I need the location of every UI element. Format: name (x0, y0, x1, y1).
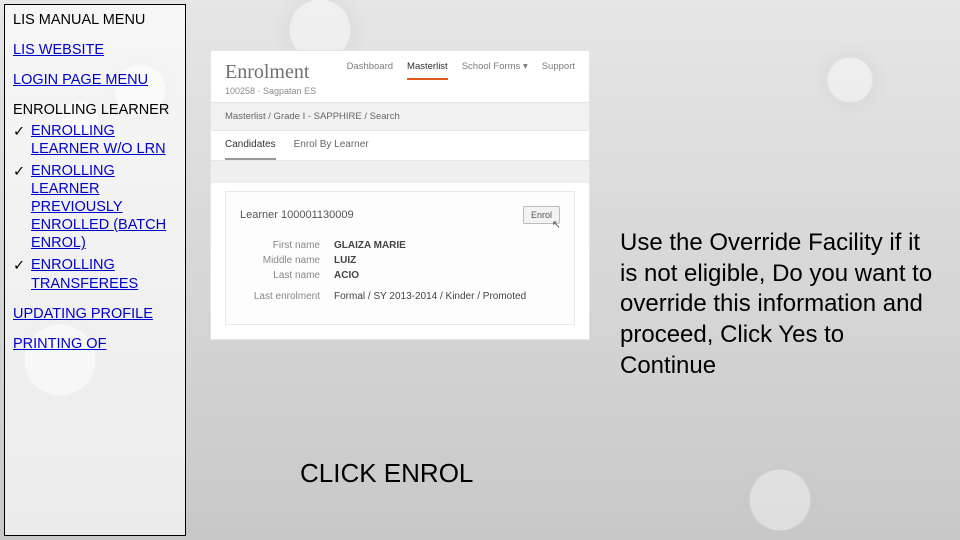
learner-label: Learner (240, 209, 278, 221)
tab-candidates[interactable]: Candidates (225, 139, 276, 160)
app-subtitle: 100258 · Sagpatan ES (225, 86, 316, 96)
field-value: GLAIZA MARIE (334, 240, 406, 251)
field-label: Middle name (240, 255, 320, 266)
learner-card: Learner 100001130009 Enrol ↖ First name G… (225, 191, 575, 325)
override-instruction: Use the Override Facility if it is not e… (620, 228, 940, 382)
subnav-enrolling-transferees[interactable]: ✓ ENROLLING TRANSFEREES (13, 256, 177, 292)
learner-fields: First name GLAIZA MARIE Middle name LUIZ L… (240, 240, 560, 302)
check-icon: ✓ (13, 163, 25, 181)
subnav-label: ENROLLING TRANSFEREES (31, 257, 138, 291)
main-content: Enrolment 100258 · Sagpatan ES Dashboard… (200, 50, 950, 530)
learner-lrn: 100001130009 (281, 209, 354, 221)
enrolment-app-screenshot: Enrolment 100258 · Sagpatan ES Dashboard… (210, 50, 590, 340)
field-value: LUIZ (334, 255, 356, 266)
subnav-enrolling-batch[interactable]: ✓ ENROLLING LEARNER PREVIOUSLY ENROLLED … (13, 162, 177, 253)
enrol-button-label: Enrol (531, 210, 552, 220)
field-value: Formal / SY 2013-2014 / Kinder / Promote… (334, 291, 526, 302)
subnav-enrolling-wo-lrn[interactable]: ✓ ENROLLING LEARNER W/O LRN (13, 122, 177, 158)
nav-dashboard[interactable]: Dashboard (347, 61, 393, 80)
app-top-nav: Dashboard Masterlist School Forms ▾ Supp… (347, 61, 575, 80)
tabs: Candidates Enrol By Learner (211, 131, 589, 161)
enrol-button[interactable]: Enrol ↖ (523, 206, 560, 224)
nav-printing-of[interactable]: PRINTING OF (13, 336, 106, 352)
spacer (211, 161, 589, 183)
caption-click-enrol: CLICK ENROL (300, 458, 473, 489)
field-label: Last name (240, 270, 320, 281)
field-value: ACIO (334, 270, 359, 281)
tab-enrol-by-learner[interactable]: Enrol By Learner (294, 139, 369, 160)
check-icon: ✓ (13, 257, 25, 275)
check-icon: ✓ (13, 123, 25, 141)
cursor-icon: ↖ (552, 218, 561, 231)
subnav-label: ENROLLING LEARNER W/O LRN (31, 123, 166, 157)
breadcrumb: Masterlist / Grade I - SAPPHIRE / Search (211, 102, 589, 131)
subnav-label: ENROLLING LEARNER PREVIOUSLY ENROLLED (B… (31, 163, 166, 252)
nav-support[interactable]: Support (542, 61, 575, 80)
learner-id: Learner 100001130009 (240, 209, 354, 221)
app-header: Enrolment 100258 · Sagpatan ES Dashboard… (211, 51, 589, 102)
app-title: Enrolment (225, 61, 316, 84)
nav-lis-website[interactable]: LIS WEBSITE (13, 42, 104, 58)
nav-school-forms[interactable]: School Forms ▾ (462, 61, 528, 80)
lis-manual-menu: LIS MANUAL MENU LIS WEBSITE LOGIN PAGE M… (4, 4, 186, 536)
nav-updating-profile[interactable]: UPDATING PROFILE (13, 306, 153, 322)
field-label: First name (240, 240, 320, 251)
nav-masterlist[interactable]: Masterlist (407, 61, 448, 80)
nav-login-page-menu[interactable]: LOGIN PAGE MENU (13, 72, 148, 88)
nav-enrolling-learner: ENROLLING LEARNER (13, 101, 177, 119)
field-label: Last enrolment (240, 291, 320, 302)
menu-title: LIS MANUAL MENU (13, 11, 177, 29)
